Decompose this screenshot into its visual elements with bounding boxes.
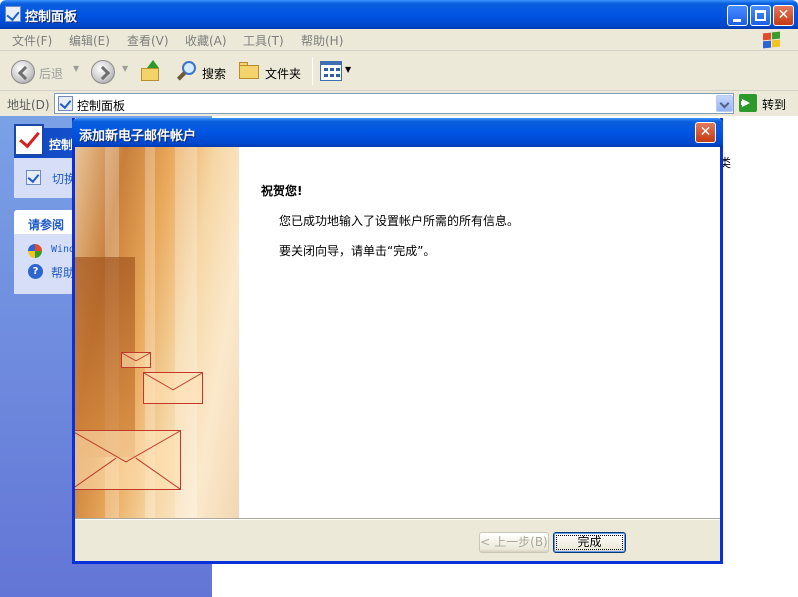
envelope-icon [143, 372, 203, 404]
maximize-icon [755, 10, 766, 21]
dialog-title: 添加新电子邮件帐户 [79, 129, 197, 144]
forward-arrow-icon[interactable] [91, 60, 115, 84]
see-also-title: 请参阅 [28, 218, 65, 232]
dialog-title-bar[interactable]: 添加新电子邮件帐户 ✕ [72, 118, 723, 147]
wizard-banner-image [75, 147, 239, 518]
back-button-label[interactable]: 后退 [39, 65, 63, 82]
dialog-close-button[interactable]: ✕ [695, 122, 716, 143]
address-label: 地址(D) [7, 98, 50, 112]
add-email-account-dialog: 添加新电子邮件帐户 ✕ 祝贺您! 您已成功地输入了设置帐户所需的所有信息。 要关… [72, 118, 723, 564]
menu-tools[interactable]: 工具(T) [243, 32, 284, 49]
control-panel-header-title: 控制 [49, 138, 74, 152]
back-arrow-icon[interactable] [11, 60, 35, 84]
search-icon[interactable] [175, 60, 199, 84]
views-dropdown-icon[interactable]: ▼ [345, 65, 351, 74]
address-bar: 地址(D) 控制面板 转到 [0, 91, 798, 116]
help-icon: ? [28, 264, 43, 279]
menu-favorites[interactable]: 收藏(A) [185, 32, 227, 49]
close-button[interactable]: ✕ [773, 5, 794, 26]
wizard-message-area: 祝贺您! 您已成功地输入了设置帐户所需的所有信息。 要关闭向导，请单击“完成”。 [239, 147, 720, 518]
go-button-label[interactable]: 转到 [762, 96, 786, 113]
maximize-button[interactable] [750, 5, 771, 26]
control-panel-icon [5, 6, 21, 22]
windows-update-icon [28, 244, 42, 258]
folders-icon[interactable] [239, 62, 261, 80]
menu-view[interactable]: 查看(V) [127, 32, 169, 49]
folder-up-icon[interactable] [141, 60, 161, 82]
back-dropdown-icon[interactable]: ▼ [73, 64, 79, 73]
folders-button-label[interactable]: 文件夹 [265, 65, 301, 82]
control-panel-icon [58, 96, 73, 111]
back-button[interactable]: < 上一步(B) [479, 532, 549, 553]
window-title: 控制面板 [25, 10, 78, 25]
dialog-content: 祝贺您! 您已成功地输入了设置帐户所需的所有信息。 要关闭向导，请单击“完成”。 [75, 147, 720, 518]
menu-file[interactable]: 文件(F) [12, 32, 52, 49]
windows-logo-icon [762, 31, 782, 49]
minimize-icon [733, 19, 741, 22]
envelope-icon [121, 352, 151, 368]
address-dropdown-icon[interactable] [716, 95, 733, 112]
menu-bar: 文件(F) 编辑(E) 查看(V) 收藏(A) 工具(T) 帮助(H) [0, 29, 798, 51]
address-input[interactable]: 控制面板 [54, 93, 734, 114]
search-button-label[interactable]: 搜索 [202, 65, 226, 82]
forward-dropdown-icon[interactable]: ▼ [122, 64, 128, 73]
menu-edit[interactable]: 编辑(E) [69, 32, 110, 49]
envelope-icon [75, 430, 181, 490]
views-icon[interactable] [320, 61, 342, 81]
control-panel-check-icon [14, 124, 44, 156]
address-value: 控制面板 [77, 99, 126, 113]
main-title-bar[interactable]: 控制面板 ✕ [0, 0, 798, 29]
congrats-heading: 祝贺您! [261, 184, 303, 198]
close-icon: ✕ [777, 7, 790, 23]
close-instruction: 要关闭向导，请单击“完成”。 [279, 244, 436, 258]
dialog-divider [75, 518, 720, 520]
minimize-button[interactable] [727, 5, 748, 26]
menu-help[interactable]: 帮助(H) [301, 32, 343, 49]
toolbar: 后退 ▼ ▼ 搜索 文件夹 ▼ [0, 51, 798, 91]
success-message: 您已成功地输入了设置帐户所需的所有信息。 [279, 214, 520, 228]
go-arrow-icon[interactable] [739, 94, 757, 112]
switch-view-icon [26, 170, 41, 185]
finish-button[interactable]: 完成 [553, 532, 626, 553]
toolbar-separator [312, 57, 313, 85]
